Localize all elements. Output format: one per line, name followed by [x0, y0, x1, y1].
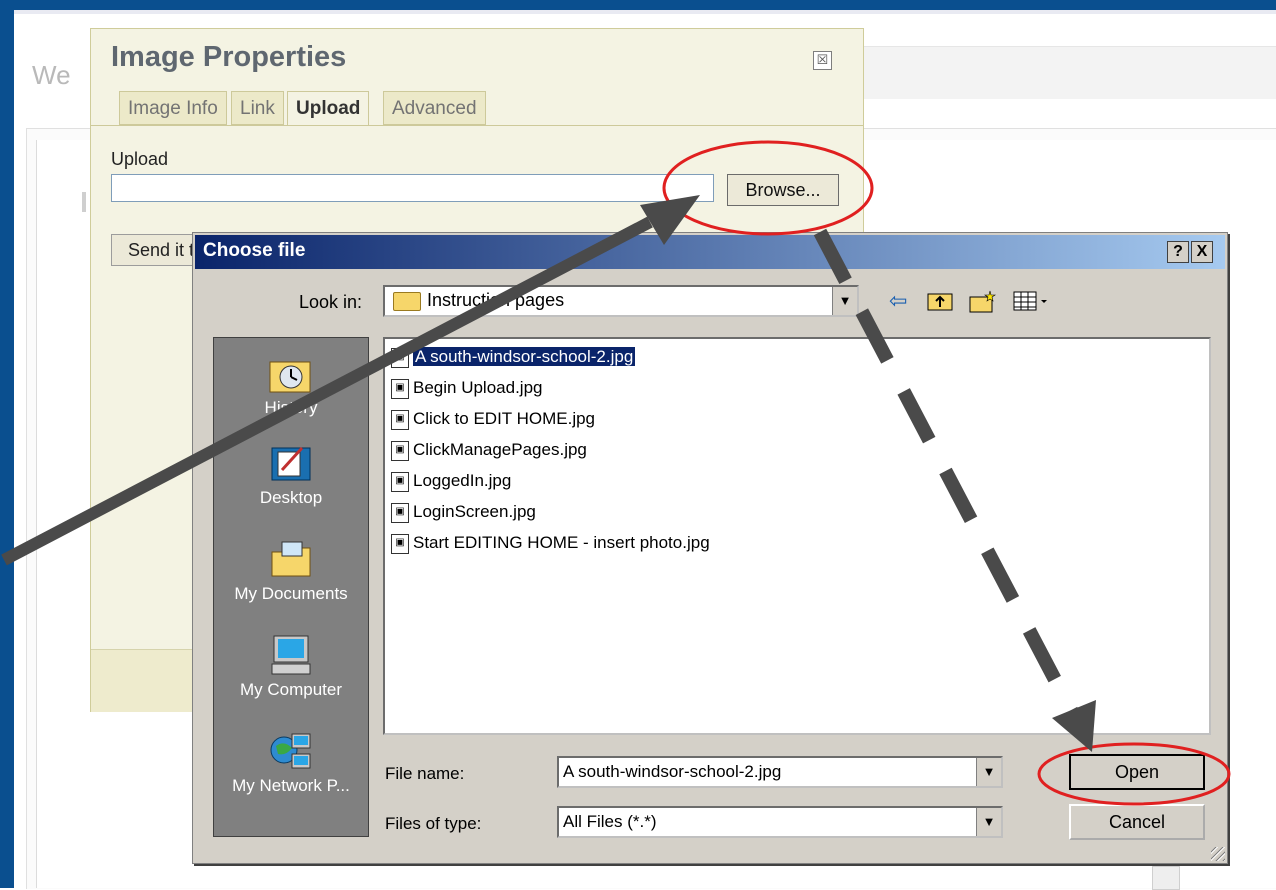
dialog-title: Image Properties — [111, 41, 347, 73]
browse-button[interactable]: Browse... — [727, 174, 839, 206]
chevron-down-icon[interactable]: ▼ — [976, 758, 1001, 786]
dialog-title: Choose file — [203, 240, 306, 261]
upload-label: Upload — [111, 149, 169, 169]
scrollbar-stub[interactable] — [1152, 866, 1180, 890]
look-in-label: Look in: — [299, 292, 363, 312]
look-in-value: Instruction pages — [427, 290, 565, 310]
places-my-computer[interactable]: My Computer — [214, 634, 368, 700]
file-type-label: Files of type: — [385, 814, 482, 833]
image-file-icon: ▣ — [391, 471, 409, 492]
file-item[interactable]: ▣ A south-windsor-school-2.jpg — [391, 345, 637, 369]
file-name-input[interactable]: A south-windsor-school-2.jpg ▼ — [557, 756, 1003, 788]
places-bar: History Desktop My Documents My Computer… — [213, 337, 369, 837]
places-my-computer-label: My Computer — [239, 680, 343, 699]
window-frame-top — [0, 0, 1276, 10]
tab-link[interactable]: Link — [231, 91, 284, 125]
back-arrow-icon[interactable]: ⇦ — [889, 289, 907, 313]
image-file-icon: ▣ — [391, 440, 409, 461]
image-file-icon: ▣ — [391, 409, 409, 430]
file-item[interactable]: ▣ Click to EDIT HOME.jpg — [391, 407, 595, 431]
file-list[interactable]: ▣ A south-windsor-school-2.jpg ▣ Begin Upl… — [383, 337, 1211, 735]
image-file-icon: ▣ — [391, 347, 409, 368]
tab-advanced[interactable]: Advanced — [383, 91, 486, 125]
file-name-label: File name: — [385, 764, 465, 783]
my-documents-icon — [268, 538, 314, 580]
places-desktop[interactable]: Desktop — [214, 442, 368, 508]
file-item[interactable]: ▣ ClickManagePages.jpg — [391, 438, 587, 462]
history-icon — [268, 352, 314, 394]
look-in-dropdown[interactable]: Instruction pages ▼ — [383, 285, 859, 317]
open-button[interactable]: Open — [1069, 754, 1205, 790]
dialog-titlebar[interactable]: Choose file ? X — [195, 235, 1225, 269]
image-file-icon: ▣ — [391, 378, 409, 399]
places-my-documents-label: My Documents — [234, 584, 348, 603]
chevron-down-icon[interactable]: ▼ — [976, 808, 1001, 836]
tab-upload[interactable]: Upload — [287, 91, 370, 125]
resize-grip[interactable] — [1211, 847, 1225, 861]
tab-strip-divider — [91, 125, 863, 126]
file-item[interactable]: ▣ Begin Upload.jpg — [391, 376, 542, 400]
places-my-network[interactable]: My Network P... — [214, 730, 368, 796]
file-name-value: A south-windsor-school-2.jpg — [563, 762, 782, 781]
places-desktop-label: Desktop — [259, 488, 323, 507]
folder-icon — [393, 292, 421, 311]
file-item[interactable]: ▣ Start EDITING HOME - insert photo.jpg — [391, 531, 710, 555]
up-folder-icon[interactable] — [927, 289, 953, 313]
my-computer-icon — [268, 634, 314, 676]
file-item[interactable]: ▣ LoginScreen.jpg — [391, 500, 536, 524]
file-type-value: All Files (*.*) — [563, 812, 657, 831]
chevron-down-icon[interactable]: ▼ — [832, 287, 857, 315]
places-history[interactable]: History — [214, 352, 368, 418]
places-my-network-label: My Network P... — [232, 776, 350, 795]
cancel-button[interactable]: Cancel — [1069, 804, 1205, 840]
places-history-label: History — [264, 398, 318, 417]
background-divider — [82, 192, 86, 212]
image-file-icon: ▣ — [391, 502, 409, 523]
new-folder-icon[interactable] — [969, 289, 997, 313]
view-menu-icon[interactable] — [1013, 289, 1053, 313]
desktop-icon — [268, 442, 314, 484]
choose-file-dialog: Choose file ? X Look in: Instruction pag… — [192, 232, 1228, 864]
network-icon — [268, 730, 314, 772]
close-button[interactable]: X — [1191, 241, 1213, 263]
upload-file-input[interactable] — [111, 174, 714, 202]
window-frame-left — [0, 0, 14, 888]
help-button[interactable]: ? — [1167, 241, 1189, 263]
background-page-title: We — [32, 60, 71, 90]
file-item[interactable]: ▣ LoggedIn.jpg — [391, 469, 511, 493]
window-frame-top-line — [14, 10, 1276, 14]
places-my-documents[interactable]: My Documents — [214, 538, 368, 604]
tab-image-info[interactable]: Image Info — [119, 91, 227, 125]
file-type-select[interactable]: All Files (*.*) ▼ — [557, 806, 1003, 838]
image-file-icon: ▣ — [391, 533, 409, 554]
close-icon[interactable]: ☒ — [813, 51, 832, 70]
